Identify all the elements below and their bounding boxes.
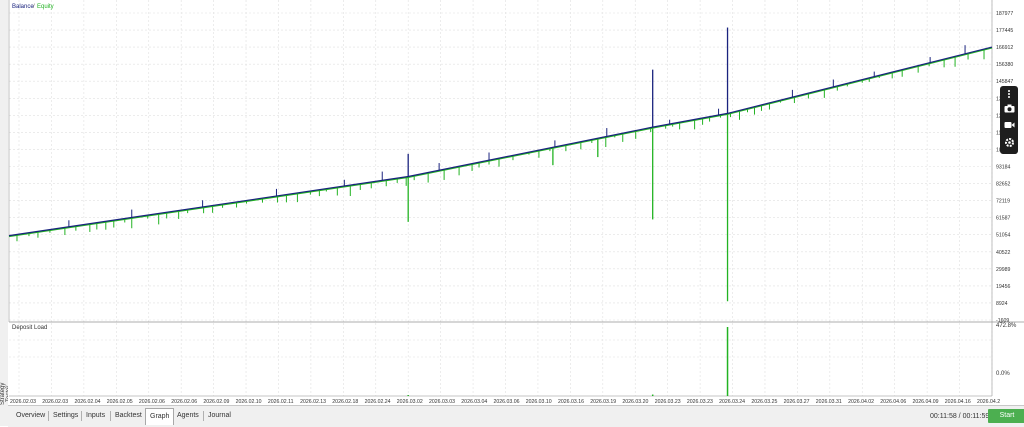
y-tick-label: 156380 (996, 62, 1013, 68)
tab-graph[interactable]: Graph (145, 408, 175, 425)
y-tick-label: 166912 (996, 45, 1013, 51)
y-tick-label: 19456 (996, 284, 1011, 290)
tab-settings[interactable]: Settings (49, 409, 82, 423)
strategy-tester-label: Strategy Tester (0, 382, 12, 406)
y-tick-label: 177445 (996, 28, 1013, 34)
tab-journal[interactable]: Journal (204, 409, 235, 423)
legend-equity: Equity (37, 4, 54, 10)
y-tick-label: 82652 (996, 182, 1011, 188)
y-tick-label: 93184 (996, 165, 1011, 171)
tab-inputs[interactable]: Inputs (82, 409, 109, 423)
y-tick-label: 187977 (996, 11, 1013, 17)
graph-panel: 1879771774451669121563801458471353151247… (8, 0, 1024, 405)
y-tick-label: 40522 (996, 250, 1011, 256)
legend-balance: Balance (12, 4, 34, 10)
tester-tab-bar: Overview Settings Inputs Backtest Graph … (8, 405, 1024, 427)
y-tick-label: 72119 (996, 199, 1010, 205)
elapsed-timer: 00:11:58 / 00:11:59 (930, 413, 990, 420)
tab-overview[interactable]: Overview (12, 409, 49, 423)
balance-equity-chart: 1879771774451669121563801458471353151247… (8, 0, 1024, 405)
y-tick-label: 145847 (996, 79, 1013, 85)
deposit-y-top: 472.8% (996, 323, 1017, 329)
y-tick-label: 51054 (996, 233, 1011, 239)
tab-agents[interactable]: Agents (173, 409, 203, 423)
tab-backtest[interactable]: Backtest (111, 409, 146, 423)
camera-icon[interactable] (1003, 102, 1015, 114)
chart-toolbar (1000, 86, 1018, 154)
start-button[interactable]: Start (988, 409, 1024, 423)
video-icon[interactable] (1003, 119, 1015, 131)
vertical-dots-icon[interactable] (1003, 88, 1015, 100)
deposit-y-bottom: 0.0% (996, 371, 1010, 377)
deposit-load-title: Deposit Load (12, 325, 47, 331)
gear-icon[interactable] (1003, 136, 1015, 148)
y-tick-label: 29989 (996, 267, 1011, 273)
y-tick-label: 8924 (996, 301, 1008, 307)
y-tick-label: 61587 (996, 216, 1011, 222)
